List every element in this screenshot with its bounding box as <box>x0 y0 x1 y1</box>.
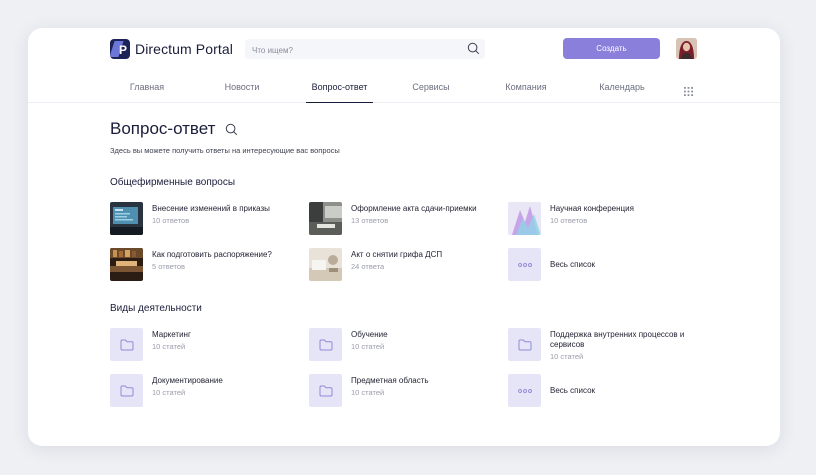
card-count: 10 статей <box>152 388 186 397</box>
card-title: Акт о снятии грифа ДСП <box>351 250 443 259</box>
search-icon[interactable] <box>467 42 480 60</box>
photo-office-icon <box>309 202 342 235</box>
all-activities-link[interactable]: Весь список <box>508 374 595 407</box>
category-card[interactable]: Маркетинг 10 статей <box>110 328 191 361</box>
page-subtitle: Здесь вы можете получить ответы на интер… <box>110 146 340 155</box>
card-title: Научная конференция <box>550 204 634 213</box>
user-avatar[interactable] <box>676 38 697 59</box>
card-count: 24 ответа <box>351 262 385 271</box>
tab-home[interactable]: Главная <box>125 72 169 102</box>
card-title: Весь список <box>550 260 596 269</box>
photo-library-icon <box>110 248 143 281</box>
photo-monitor-icon <box>110 202 143 235</box>
all-questions-link[interactable]: Весь список <box>508 248 595 281</box>
card-title: Предметная область <box>351 376 429 385</box>
card-count: 10 ответов <box>152 216 190 225</box>
card-title: Обучение <box>351 330 388 339</box>
tab-qa[interactable]: Вопрос-ответ <box>306 72 373 103</box>
page-title: Вопрос-ответ <box>110 119 216 138</box>
search-input[interactable] <box>250 42 454 58</box>
folder-icon <box>110 374 143 407</box>
section-title-activities: Виды деятельности <box>110 303 202 314</box>
main-nav: Главная Новости Вопрос-ответ Сервисы Ком… <box>28 72 780 103</box>
card-title: Поддержка внутренних процессов и сервисо… <box>550 330 685 349</box>
card-title: Весь список <box>550 386 596 395</box>
portal-window: Directum Portal Создать Главная Новости <box>28 28 780 446</box>
brand-logo[interactable]: Directum Portal <box>110 39 233 59</box>
photo-desk-icon <box>309 248 342 281</box>
question-card[interactable]: Внесение изменений в приказы 10 ответов <box>110 202 270 235</box>
card-count: 10 ответов <box>550 216 588 225</box>
card-count: 10 статей <box>550 352 584 361</box>
create-button[interactable]: Создать <box>563 38 660 59</box>
tab-services[interactable]: Сервисы <box>409 72 453 102</box>
question-card[interactable]: Как подготовить распоряжение? 5 ответов <box>110 248 272 281</box>
card-count: 5 ответов <box>152 262 186 271</box>
folder-icon <box>508 328 541 361</box>
brand-name: Directum Portal <box>135 41 233 57</box>
card-title: Оформление акта сдачи-приемки <box>351 204 477 213</box>
question-card[interactable]: Оформление акта сдачи-приемки 13 ответов <box>309 202 477 235</box>
more-dots-icon <box>508 248 541 281</box>
tab-company[interactable]: Компания <box>502 72 550 102</box>
more-dots-icon <box>508 374 541 407</box>
category-card[interactable]: Документирование 10 статей <box>110 374 223 407</box>
section-title-general: Общефирменные вопросы <box>110 177 236 188</box>
card-count: 10 статей <box>351 388 385 397</box>
global-search <box>245 39 485 59</box>
tab-calendar[interactable]: Календарь <box>596 72 648 102</box>
directum-logo-icon <box>110 39 130 59</box>
tab-news[interactable]: Новости <box>220 72 264 102</box>
category-card[interactable]: Обучение 10 статей <box>309 328 388 361</box>
page-search-icon[interactable] <box>225 123 238 141</box>
question-card[interactable]: Акт о снятии грифа ДСП 24 ответа <box>309 248 442 281</box>
category-card[interactable]: Поддержка внутренних процессов и сервисо… <box>508 328 700 362</box>
question-card[interactable]: Научная конференция 10 ответов <box>508 202 634 235</box>
photo-abstract-icon <box>508 202 541 235</box>
category-card[interactable]: Предметная область 10 статей <box>309 374 429 407</box>
folder-icon <box>309 328 342 361</box>
card-title: Как подготовить распоряжение? <box>152 250 272 259</box>
folder-icon <box>309 374 342 407</box>
card-title: Маркетинг <box>152 330 191 339</box>
apps-grid-icon[interactable] <box>684 83 693 96</box>
folder-icon <box>110 328 143 361</box>
card-count: 10 статей <box>152 342 186 351</box>
card-count: 10 статей <box>351 342 385 351</box>
card-count: 13 ответов <box>351 216 389 225</box>
card-title: Документирование <box>152 376 223 385</box>
card-title: Внесение изменений в приказы <box>152 204 270 213</box>
top-header: Directum Portal Создать <box>28 28 780 72</box>
